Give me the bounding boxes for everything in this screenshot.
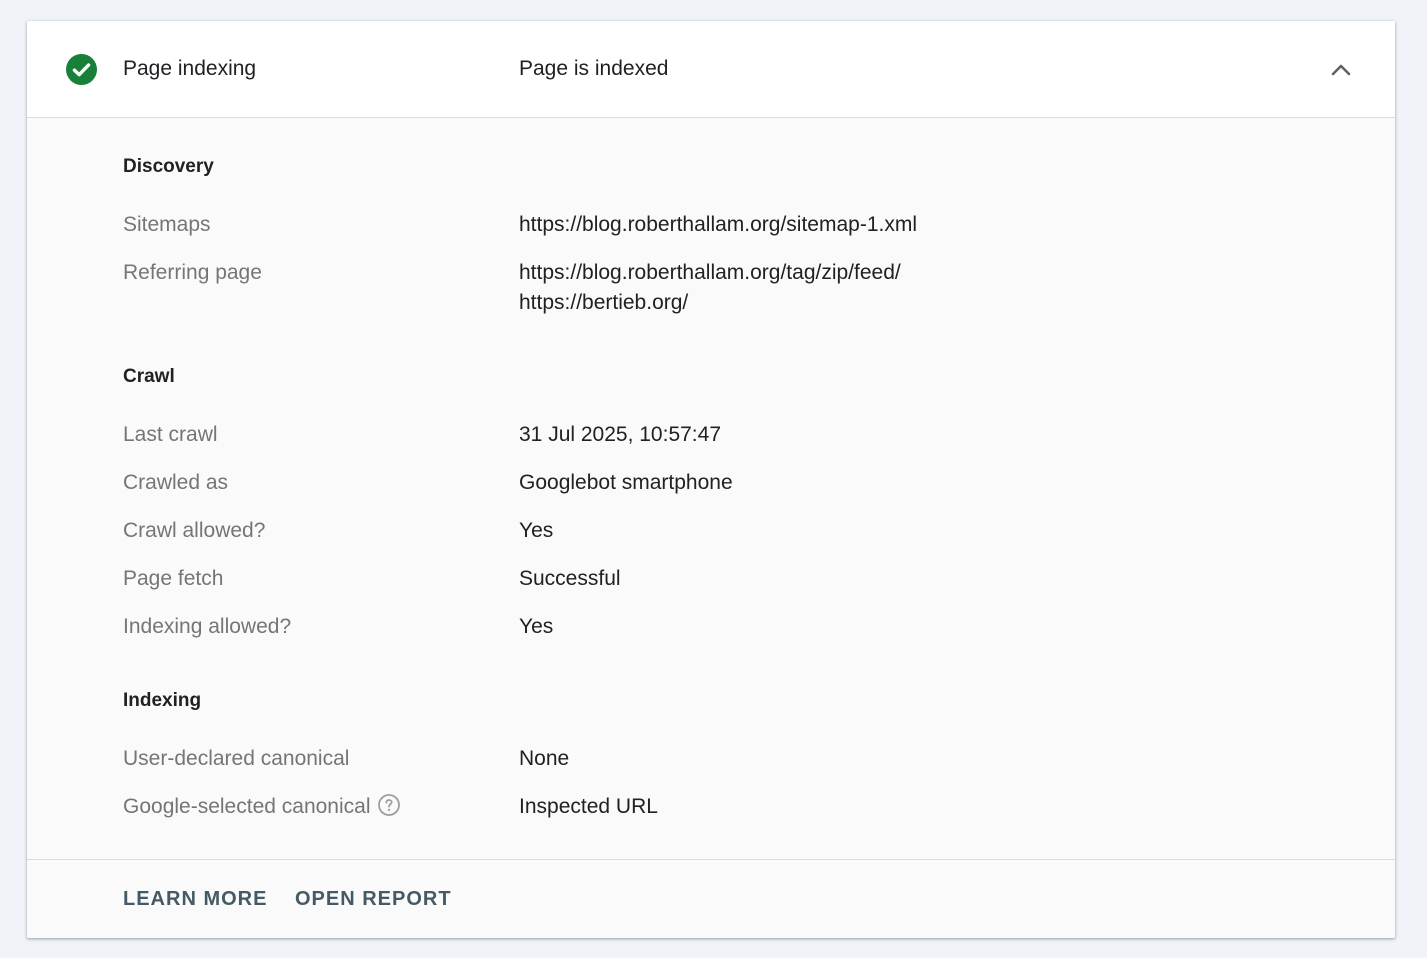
check-circle-icon: [66, 54, 97, 85]
crawled-as-value: Googlebot smartphone: [519, 471, 733, 494]
page-indexing-card: Page indexing Page is indexed Discovery …: [27, 21, 1395, 938]
google-selected-canonical-text: Google-selected canonical: [123, 795, 371, 818]
page-fetch-label: Page fetch: [123, 567, 224, 590]
discovery-heading: Discovery: [123, 156, 214, 177]
last-crawl-label: Last crawl: [123, 423, 218, 446]
page-fetch-value: Successful: [519, 567, 621, 590]
chevron-up-icon[interactable]: [1325, 55, 1357, 87]
crawl-heading: Crawl: [123, 366, 175, 387]
google-selected-canonical-label: Google-selected canonical: [123, 794, 401, 820]
user-declared-canonical-value: None: [519, 747, 570, 770]
indexing-allowed-label: Indexing allowed?: [123, 615, 292, 638]
card-body: Discovery Sitemaps https://blog.robertha…: [27, 119, 1395, 859]
learn-more-button[interactable]: LEARN MORE: [123, 886, 267, 912]
section-title-page-indexing: Page indexing: [123, 57, 257, 80]
card-footer: LEARN MORE OPEN REPORT: [27, 859, 1395, 938]
crawl-allowed-label: Crawl allowed?: [123, 519, 266, 542]
referring-page-label: Referring page: [123, 261, 262, 284]
referring-page-value-1: https://blog.roberthallam.org/tag/zip/fe…: [519, 261, 901, 284]
referring-page-value-2: https://bertieb.org/: [519, 291, 689, 314]
help-circle-icon[interactable]: [377, 793, 401, 817]
last-crawl-value: 31 Jul 2025, 10:57:47: [519, 423, 722, 446]
google-selected-canonical-value: Inspected URL: [519, 795, 658, 818]
sitemaps-label: Sitemaps: [123, 213, 211, 236]
indexing-status-text: Page is indexed: [519, 57, 669, 80]
user-declared-canonical-label: User-declared canonical: [123, 747, 350, 770]
indexing-heading: Indexing: [123, 690, 202, 711]
card-header[interactable]: Page indexing Page is indexed: [27, 21, 1395, 118]
crawled-as-label: Crawled as: [123, 471, 229, 494]
indexing-allowed-value: Yes: [519, 615, 554, 638]
open-report-button[interactable]: OPEN REPORT: [295, 886, 452, 912]
crawl-allowed-value: Yes: [519, 519, 554, 542]
sitemaps-value: https://blog.roberthallam.org/sitemap-1.…: [519, 213, 918, 236]
